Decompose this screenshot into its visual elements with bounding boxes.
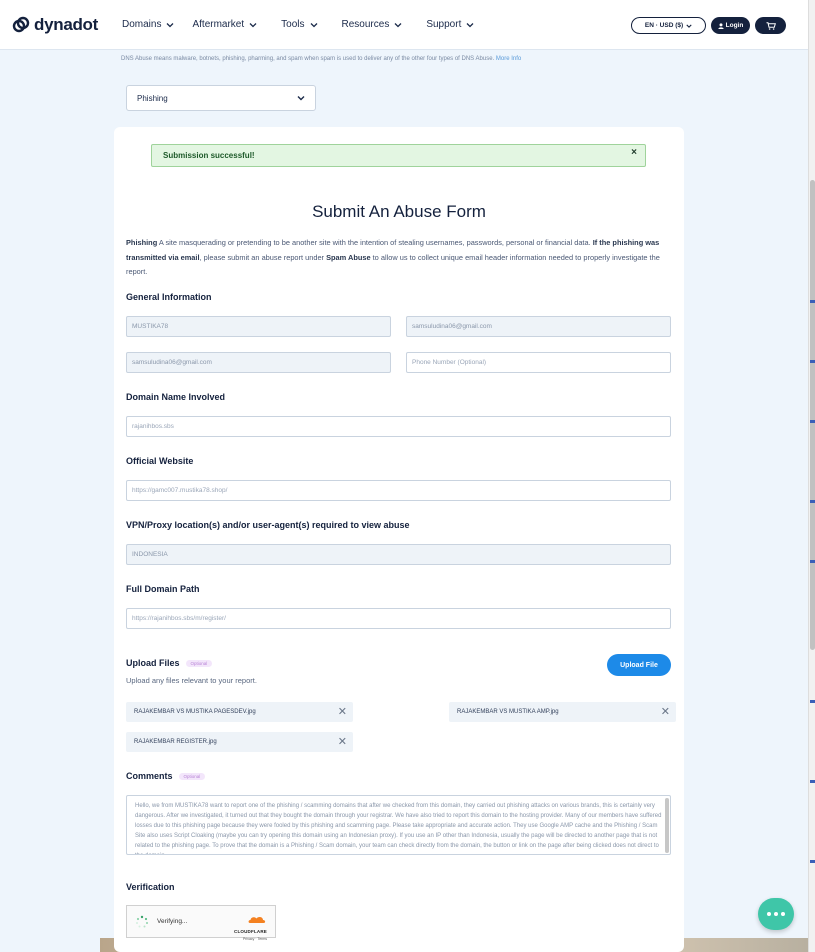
nav-tools[interactable]: Tools [281, 19, 317, 30]
brand-logo[interactable]: dynadot [12, 15, 98, 35]
textarea-scrollbar[interactable] [665, 798, 669, 853]
site-header: dynadot Domains Aftermarket Tools Resour… [0, 0, 808, 50]
remove-file-icon[interactable]: ✕ [338, 705, 347, 718]
file-chip: RAJAKEMBAR VS MUSTIKA AMP.jpg ✕ [449, 702, 676, 722]
file-name: RAJAKEMBAR VS MUSTIKA PAGESDEV.jpg [134, 709, 256, 715]
abuse-type-select[interactable]: Phishing [126, 85, 316, 111]
main-nav: Domains Aftermarket Tools Resources Supp… [122, 19, 474, 30]
comments-title: Comments [126, 771, 173, 781]
chevron-down-icon [167, 22, 174, 27]
brand-name: dynadot [34, 15, 99, 34]
background-window-fragment [810, 780, 815, 783]
name-field[interactable]: MUSTIKA78 [126, 316, 391, 337]
verification-heading: Verification [126, 882, 175, 892]
scrollbar-thumb[interactable] [810, 180, 815, 650]
nav-label: Tools [281, 19, 305, 30]
phone-field[interactable]: Phone Number (Optional) [406, 352, 671, 373]
domain-name-field[interactable]: rajanihbos.sbs [126, 416, 671, 437]
chat-dot-icon [774, 912, 778, 916]
nav-domains[interactable]: Domains [122, 19, 174, 30]
nav-label: Aftermarket [192, 19, 245, 30]
upload-file-button[interactable]: Upload File [607, 654, 671, 676]
full-path-field[interactable]: https://rajanihbos.sbs/m/register/ [126, 608, 671, 629]
comments-textarea[interactable]: Hello, we from MUSTIKA78 want to report … [126, 795, 671, 855]
lang-currency-label: EN · USD ($) [644, 22, 684, 29]
nav-label: Domains [122, 19, 162, 30]
background-window-fragment [810, 500, 815, 503]
nav-resources[interactable]: Resources [342, 19, 403, 30]
user-icon [718, 22, 724, 29]
optional-badge: Optional [185, 660, 213, 668]
comments-text: Hello, we from MUSTIKA78 want to report … [135, 803, 662, 854]
desc-text: A site masquerading or pretending to be … [157, 238, 593, 247]
cart-icon [766, 21, 776, 30]
spinner-icon [136, 915, 148, 927]
background-window-fragment [810, 700, 815, 703]
login-label: Login [725, 22, 744, 29]
upload-heading: Upload Files Optional [126, 658, 213, 668]
dns-note-text: DNS Abuse means malware, botnets, phishi… [121, 56, 495, 62]
upload-hint: Upload any files relevant to your report… [126, 676, 257, 685]
abuse-type-value: Phishing [137, 93, 168, 103]
chevron-down-icon [394, 22, 402, 27]
file-name: RAJAKEMBAR VS MUSTIKA AMP.jpg [457, 709, 559, 715]
background-window-fragment [810, 420, 815, 423]
chevron-down-icon [249, 22, 257, 27]
full-path-heading: Full Domain Path [126, 584, 200, 594]
chevron-down-icon [466, 22, 474, 27]
dns-abuse-note: DNS Abuse means malware, botnets, phishi… [121, 56, 521, 62]
optional-badge: Optional [178, 773, 206, 781]
desc-term: Phishing [126, 238, 158, 247]
chevron-down-icon [297, 96, 305, 101]
dynadot-logo-icon [12, 16, 30, 33]
official-website-field[interactable]: https://gamc007.mustika78.shop/ [126, 480, 671, 501]
nav-label: Resources [341, 19, 390, 30]
form-description: Phishing A site masquerading or pretendi… [126, 236, 671, 280]
file-name: RAJAKEMBAR REGISTER.jpg [134, 739, 217, 745]
cloudflare-links[interactable]: Privacy · Terms [234, 937, 267, 941]
alert-message: Submission successful! [163, 151, 255, 160]
background-window-fragment [810, 360, 815, 363]
chevron-down-icon [310, 22, 317, 27]
nav-aftermarket[interactable]: Aftermarket [192, 19, 257, 30]
cloudflare-cloud-icon [248, 916, 266, 923]
language-currency-button[interactable]: EN · USD ($) [631, 17, 706, 34]
captcha-widget[interactable]: Verifying... CLOUDFLARE Privacy · Terms [126, 905, 276, 941]
domain-involved-heading: Domain Name Involved [126, 392, 226, 402]
desc-bold: Spam Abuse [326, 252, 371, 262]
remove-file-icon[interactable]: ✕ [338, 735, 347, 748]
background-window-fragment [810, 300, 815, 303]
chat-dot-icon [767, 912, 771, 916]
vpn-location-field[interactable]: INDONESIA [126, 544, 671, 565]
confirm-email-field[interactable]: samsuludina06@gmail.com [126, 352, 391, 373]
file-chip: RAJAKEMBAR VS MUSTIKA PAGESDEV.jpg ✕ [126, 702, 353, 722]
remove-file-icon[interactable]: ✕ [661, 705, 670, 718]
captcha-status: Verifying... [157, 918, 188, 925]
email-field[interactable]: samsuludina06@gmail.com [406, 316, 671, 337]
close-icon[interactable]: × [631, 147, 637, 158]
background-window-fragment [810, 560, 815, 563]
page-scrollbar[interactable] [808, 0, 815, 952]
official-website-heading: Official Website [126, 456, 194, 466]
form-title: Submit An Abuse Form [312, 202, 486, 221]
login-button[interactable]: Login [711, 17, 750, 34]
success-alert: Submission successful! × [151, 144, 646, 167]
chat-support-button[interactable] [758, 898, 794, 930]
more-info-link[interactable]: More Info [496, 56, 521, 62]
cart-button[interactable] [755, 17, 786, 34]
chevron-down-icon [686, 23, 692, 28]
nav-support[interactable]: Support [426, 19, 474, 30]
desc-text: , please submit an abuse report under [199, 252, 327, 262]
vpn-heading: VPN/Proxy location(s) and/or user-agent(… [126, 520, 410, 530]
cloudflare-branding: CLOUDFLARE Privacy · Terms [234, 911, 267, 941]
file-chip: RAJAKEMBAR REGISTER.jpg ✕ [126, 732, 353, 752]
comments-heading: Comments Optional [126, 771, 206, 781]
chat-dot-icon [781, 912, 785, 916]
nav-label: Support [426, 19, 462, 30]
general-info-heading: General Information [126, 292, 212, 302]
background-window-fragment [810, 860, 815, 863]
upload-title: Upload Files [126, 658, 180, 668]
cloudflare-label: CLOUDFLARE [234, 929, 267, 934]
